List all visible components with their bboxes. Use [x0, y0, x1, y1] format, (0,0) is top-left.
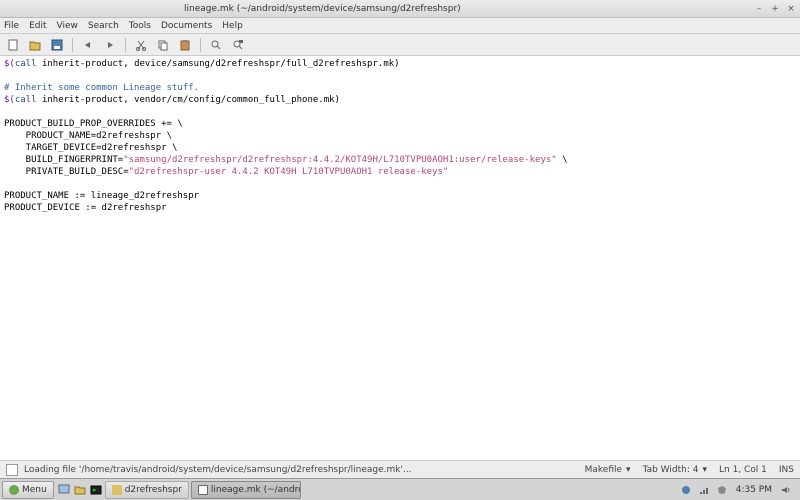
code-comment: # Inherit some common Lineage stuff. [4, 83, 199, 93]
menu-help[interactable]: Help [222, 21, 243, 31]
code-text: d2refreshspr [102, 143, 167, 153]
toolbar [0, 34, 800, 56]
open-button[interactable] [26, 37, 44, 53]
find-button[interactable] [207, 37, 225, 53]
copy-button[interactable] [154, 37, 172, 53]
network-icon[interactable] [697, 483, 711, 497]
toolbar-separator [200, 38, 201, 52]
status-bar: Loading file '/home/travis/android/syste… [0, 460, 800, 478]
code-text: $( [4, 95, 15, 105]
menu-documents[interactable]: Documents [161, 21, 212, 31]
start-menu-button[interactable]: Menu [2, 481, 54, 499]
toolbar-separator [125, 38, 126, 52]
clock[interactable]: 4:35 PM [736, 485, 772, 495]
code-text: \ [161, 131, 172, 141]
volume-icon[interactable] [779, 483, 793, 497]
taskbar: Menu d2refreshspr lineage.mk (~/androi..… [0, 478, 800, 500]
close-button[interactable]: × [786, 4, 796, 14]
toolbar-separator [72, 38, 73, 52]
code-text: PRIVATE_BUILD_DESC= [4, 167, 129, 177]
paste-button[interactable] [176, 37, 194, 53]
new-doc-button[interactable] [4, 37, 22, 53]
taskbar-item[interactable]: lineage.mk (~/androi... [191, 481, 301, 499]
distro-logo-icon [9, 485, 19, 495]
editor-icon [198, 485, 208, 495]
language-selector[interactable]: Makefile▾ [585, 465, 631, 475]
code-text: $( [4, 59, 15, 69]
taskbar-item-label: d2refreshspr [125, 485, 182, 495]
system-tray: 4:35 PM [674, 483, 798, 497]
code-text: PRODUCT_NAME= [4, 131, 96, 141]
code-string: "samsung/d2refreshspr/d2refreshspr:4.4.2… [123, 155, 556, 165]
terminal-launcher[interactable] [89, 483, 103, 497]
start-menu-label: Menu [22, 485, 47, 495]
menu-tools[interactable]: Tools [129, 21, 151, 31]
taskbar-item-label: lineage.mk (~/androi... [211, 485, 301, 495]
code-text: TARGET_DEVICE= [4, 143, 102, 153]
folder-icon [112, 485, 122, 495]
minimize-button[interactable]: – [754, 4, 764, 14]
code-text: d2refreshspr [96, 131, 161, 141]
cut-button[interactable] [132, 37, 150, 53]
shield-icon[interactable] [715, 483, 729, 497]
update-icon[interactable] [679, 483, 693, 497]
code-text: inherit-product, device/samsung/d2refres… [37, 59, 400, 69]
code-editor[interactable]: $(call inherit-product, device/samsung/d… [0, 56, 800, 460]
cursor-position: Ln 1, Col 1 [719, 465, 767, 475]
code-text: \ [167, 143, 178, 153]
menu-view[interactable]: View [57, 21, 78, 31]
menu-edit[interactable]: Edit [29, 21, 46, 31]
window-title: lineage.mk (~/android/system/device/sams… [184, 4, 754, 14]
code-text: PRODUCT_DEVICE := d2refreshspr [4, 203, 167, 213]
code-string: "d2refreshspr-user 4.4.2 KOT49H L710TVPU… [129, 167, 449, 177]
show-desktop-button[interactable] [57, 483, 71, 497]
undo-button[interactable] [79, 37, 97, 53]
code-text: BUILD_FINGERPRINT= [4, 155, 123, 165]
code-text: call [15, 59, 37, 69]
menu-bar: File Edit View Search Tools Documents He… [0, 18, 800, 34]
redo-button[interactable] [101, 37, 119, 53]
menu-search[interactable]: Search [88, 21, 119, 31]
maximize-button[interactable]: + [770, 4, 780, 14]
code-text: PRODUCT_BUILD_PROP_OVERRIDES += \ [4, 119, 183, 129]
code-text: call [15, 95, 37, 105]
code-text: inherit-product, vendor/cm/config/common… [37, 95, 340, 105]
doc-icon [6, 464, 18, 476]
insert-mode[interactable]: INS [779, 465, 794, 475]
status-message: Loading file '/home/travis/android/syste… [24, 465, 573, 475]
code-text: PRODUCT_NAME := lineage_d2refreshspr [4, 191, 199, 201]
taskbar-item[interactable]: d2refreshspr [105, 481, 189, 499]
title-bar: lineage.mk (~/android/system/device/sams… [0, 0, 800, 18]
save-button[interactable] [48, 37, 66, 53]
file-manager-launcher[interactable] [73, 483, 87, 497]
menu-file[interactable]: File [4, 21, 19, 31]
tab-width-selector[interactable]: Tab Width: 4▾ [643, 465, 707, 475]
replace-button[interactable] [229, 37, 247, 53]
code-text: \ [557, 155, 568, 165]
